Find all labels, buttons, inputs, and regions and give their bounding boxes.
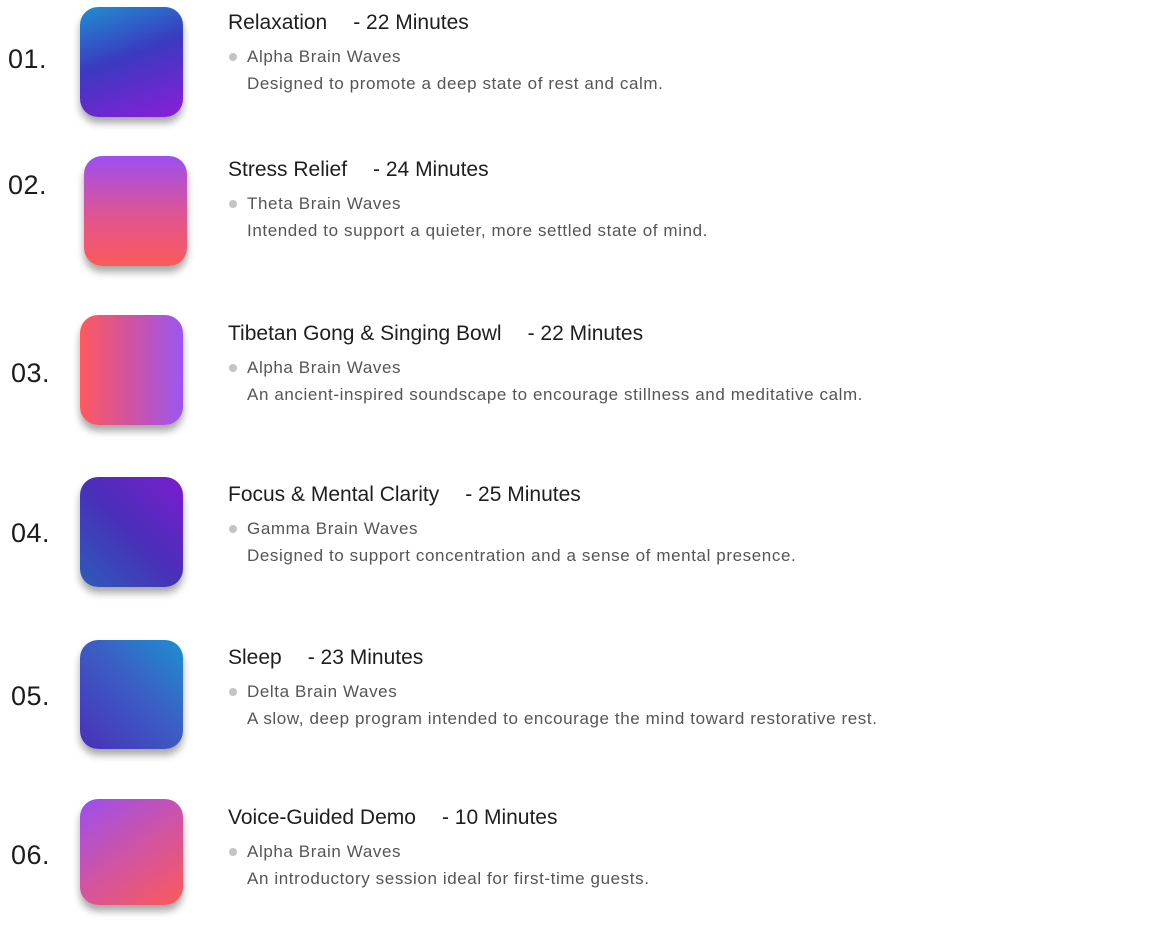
session-wave-type: Delta Brain Waves	[247, 682, 398, 701]
session-number: 03.	[11, 358, 51, 388]
session-description: A slow, deep program intended to encoura…	[247, 709, 878, 728]
session-description: Designed to promote a deep state of rest…	[247, 74, 664, 93]
session-number: 02.	[8, 170, 48, 200]
session-thumbnail[interactable]	[84, 156, 187, 266]
session-thumbnail[interactable]	[80, 315, 183, 425]
session-duration: - 10 Minutes	[441, 806, 558, 829]
session-wave-type: Gamma Brain Waves	[247, 519, 419, 538]
session-item-tibetan-gong[interactable]: 03. Tibetan Gong & Singing Bowl - 22 Minu…	[0, 308, 1152, 448]
session-wave-type: Alpha Brain Waves	[247, 47, 402, 66]
session-thumbnail[interactable]	[80, 640, 183, 749]
session-thumbnail[interactable]	[80, 477, 183, 587]
session-title: Relaxation	[228, 11, 328, 34]
session-number: 05.	[11, 681, 51, 711]
session-thumbnail[interactable]	[80, 7, 183, 117]
session-title: Voice-Guided Demo	[228, 806, 416, 829]
session-title: Tibetan Gong & Singing Bowl	[228, 322, 502, 345]
session-duration: - 22 Minutes	[527, 322, 644, 345]
session-description: An ancient-inspired soundscape to encour…	[247, 385, 864, 404]
bullet-icon	[229, 848, 237, 856]
session-description: An introductory session ideal for first-…	[247, 869, 650, 888]
session-item-sleep[interactable]: 05. Sleep - 23 Minutes Delta Brain Waves …	[0, 633, 1152, 773]
session-item-stress-relief[interactable]: 02. Stress Relief - 24 Minutes Theta Brai…	[0, 148, 1152, 288]
session-item-voice-guided-demo[interactable]: 06. Voice-Guided Demo - 10 Minutes Alpha …	[0, 792, 1152, 932]
bullet-icon	[229, 364, 237, 372]
session-wave-type: Alpha Brain Waves	[247, 358, 402, 377]
session-duration: - 25 Minutes	[465, 483, 581, 506]
session-item-focus[interactable]: 04. Focus & Mental Clarity - 25 Minutes G…	[0, 470, 1152, 610]
session-number: 04.	[11, 518, 51, 548]
session-duration: - 23 Minutes	[307, 646, 424, 669]
session-wave-type: Alpha Brain Waves	[247, 842, 402, 861]
bullet-icon	[229, 525, 237, 533]
session-duration: - 24 Minutes	[373, 158, 489, 181]
session-thumbnail[interactable]	[80, 799, 183, 905]
session-title: Stress Relief	[228, 158, 348, 181]
bullet-icon	[229, 688, 237, 696]
bullet-icon	[229, 200, 237, 208]
bullet-icon	[229, 53, 237, 61]
session-item-relaxation[interactable]: 01. Relaxation - 22 Minutes Alpha Brain W…	[0, 0, 1152, 140]
session-duration: - 22 Minutes	[353, 11, 469, 34]
session-number: 01.	[8, 44, 48, 74]
session-title: Sleep	[228, 646, 282, 669]
session-number: 06.	[11, 840, 51, 870]
session-title: Focus & Mental Clarity	[228, 483, 440, 506]
session-description: Designed to support concentration and a …	[247, 546, 797, 565]
session-wave-type: Theta Brain Waves	[247, 194, 402, 213]
session-description: Intended to support a quieter, more sett…	[247, 221, 709, 240]
